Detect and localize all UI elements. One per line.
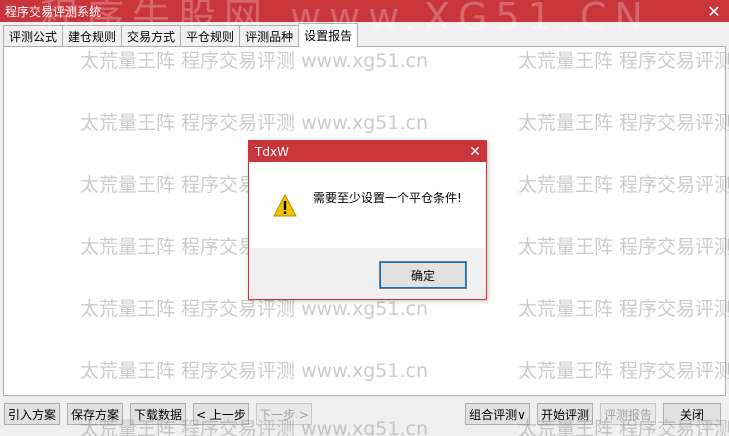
warning-icon: [273, 194, 297, 217]
tab-close-rules[interactable]: 平仓规则: [180, 25, 241, 47]
message-dialog: TdxW ✕ 需要至少设置一个平仓条件! 确定: [248, 140, 487, 300]
tab-eval-symbols[interactable]: 评测品种: [239, 25, 300, 47]
download-data-button[interactable]: 下载数据: [130, 403, 186, 425]
ok-button[interactable]: 确定: [379, 261, 467, 289]
close-button[interactable]: 关闭: [663, 403, 721, 425]
bottom-button-bar: 引入方案 保存方案 下载数据 < 上一步 下一步 > 组合评测∨ 开始评测 评测…: [0, 403, 729, 427]
import-scheme-button[interactable]: 引入方案: [4, 403, 60, 425]
next-step-button[interactable]: 下一步 >: [256, 403, 312, 425]
combo-eval-button[interactable]: 组合评测∨: [465, 403, 530, 425]
dialog-body: 需要至少设置一个平仓条件!: [249, 162, 486, 248]
title-bar[interactable]: 程序交易评测系统 ✕: [0, 0, 729, 22]
tab-formula[interactable]: 评测公式: [3, 25, 64, 47]
dialog-close-icon[interactable]: ✕: [464, 144, 486, 160]
tab-trade-mode[interactable]: 交易方式: [121, 25, 182, 47]
prev-step-button[interactable]: < 上一步: [193, 403, 249, 425]
main-window: 程序交易评测系统 ✕ 评测公式 建仓规则 交易方式 平仓规则 评测品种 设置报告…: [0, 0, 729, 436]
eval-report-button[interactable]: 评测报告: [600, 403, 656, 425]
start-eval-button[interactable]: 开始评测: [537, 403, 593, 425]
dialog-message: 需要至少设置一个平仓条件!: [313, 191, 462, 205]
tab-strip: 评测公式 建仓规则 交易方式 平仓规则 评测品种 设置报告: [3, 23, 359, 47]
dialog-title: TdxW: [255, 144, 289, 159]
tab-open-rules[interactable]: 建仓规则: [62, 25, 123, 47]
window-title: 程序交易评测系统: [5, 4, 102, 19]
save-scheme-button[interactable]: 保存方案: [67, 403, 123, 425]
dialog-title-bar[interactable]: TdxW ✕: [249, 141, 486, 162]
close-icon[interactable]: ✕: [699, 0, 729, 22]
tab-report-settings[interactable]: 设置报告: [298, 23, 359, 47]
